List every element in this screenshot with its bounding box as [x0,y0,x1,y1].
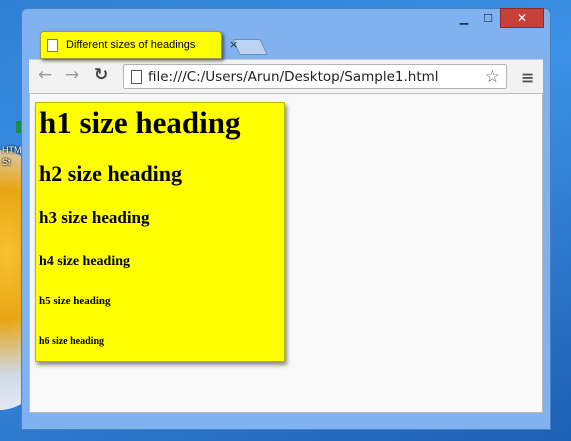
desktop-icon-label-line2: St [2,157,11,167]
desktop-icon-label-line1: HTM [2,145,22,155]
browser-window: ▁ ☐ ✕ Different sizes of headings × ← → … [21,8,551,430]
heading-h2: h2 size heading [39,161,183,186]
maximize-button[interactable]: ☐ [476,8,500,28]
back-arrow-icon[interactable]: ← [38,65,52,85]
browser-toolbar: ← → ↻ ☆ ≡ [29,59,543,93]
desktop-background: HTM St ▁ ☐ ✕ Different sizes of headings… [0,0,571,441]
heading-h4: h4 size heading [39,254,131,269]
menu-icon[interactable]: ≡ [521,68,534,87]
tab-close-button[interactable]: × [229,38,238,51]
desktop-icon-label: HTM St [2,144,22,168]
page-viewport: h1 size heading h2 size heading h3 size … [29,93,543,413]
page-icon [131,69,142,84]
close-window-button[interactable]: ✕ [500,8,544,28]
heading-h1: h1 size heading [39,105,241,140]
minimize-button[interactable]: ▁ [452,8,476,28]
page-icon [47,38,58,52]
tab-title: Different sizes of headings [66,39,196,51]
url-input[interactable] [148,68,478,85]
headings-box: h1 size heading h2 size heading h3 size … [35,102,285,362]
window-controls: ▁ ☐ ✕ [452,8,544,30]
address-bar[interactable]: ☆ [123,64,507,89]
forward-arrow-icon[interactable]: → [65,65,79,85]
heading-h5: h5 size heading [39,295,111,307]
heading-h3: h3 size heading [39,208,150,227]
bookmark-star-icon[interactable]: ☆ [485,67,500,87]
tab-active[interactable]: Different sizes of headings [40,31,222,59]
reload-icon[interactable]: ↻ [94,65,108,85]
heading-h6: h6 size heading [39,336,105,347]
